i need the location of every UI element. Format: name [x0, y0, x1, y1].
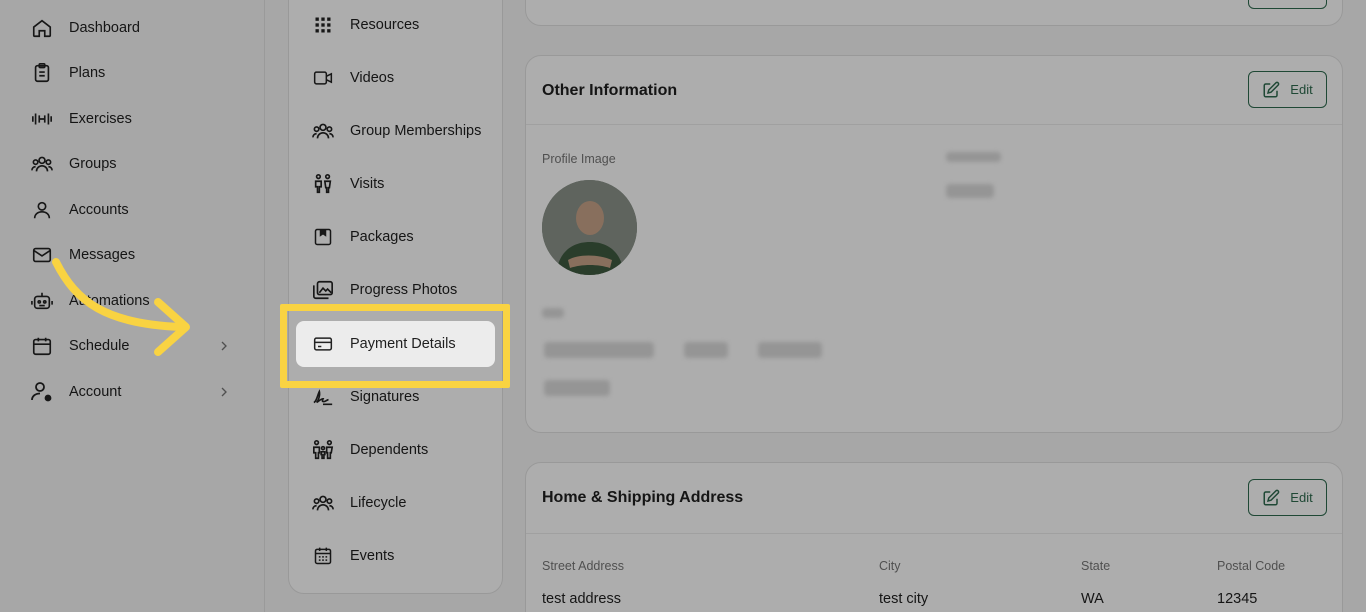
robot-icon: [30, 289, 54, 313]
people-icon: [310, 172, 336, 196]
video-icon: [310, 66, 336, 90]
submenu-item-lifecycle[interactable]: Lifecycle: [310, 487, 500, 519]
nav-item-label: Messages: [69, 247, 136, 263]
card-title: Home & Shipping Address: [542, 489, 744, 506]
photos-icon: [310, 278, 336, 302]
submenu-item-group-memberships[interactable]: Group Memberships: [310, 115, 500, 147]
nav-item-label: Schedule: [69, 338, 130, 354]
other-information-card: Other Information Edit Profile Image: [525, 55, 1343, 433]
street-address-label: Street Address: [542, 559, 624, 573]
state-label: State: [1081, 559, 1111, 573]
submenu-item-label: Signatures: [350, 389, 420, 405]
blurred-tag: [684, 342, 728, 358]
home-icon: [30, 16, 54, 40]
blurred-label: [946, 152, 1001, 162]
nav-item-schedule[interactable]: Schedule: [30, 330, 240, 362]
profile-avatar[interactable]: [542, 180, 637, 275]
edit-button[interactable]: Edit: [1248, 71, 1327, 108]
submenu-item-label: Packages: [350, 229, 414, 245]
nav-item-plans[interactable]: Plans: [30, 57, 240, 89]
postal-code-label: Postal Code: [1217, 559, 1286, 573]
submenu-item-events[interactable]: Events: [310, 540, 500, 572]
edit-label: Edit: [1290, 490, 1313, 505]
user-icon: [30, 198, 54, 222]
nav-item-label: Automations: [69, 293, 150, 309]
person-photo-icon: [542, 180, 637, 275]
submenu-item-label: Videos: [350, 70, 395, 86]
nav-item-label: Accounts: [69, 202, 129, 218]
nav-item-label: Account: [69, 384, 122, 400]
family-icon: [310, 438, 336, 462]
nav-item-label: Dashboard: [69, 20, 140, 36]
users-icon: [30, 152, 54, 176]
submenu-item-visits[interactable]: Visits: [310, 168, 500, 200]
state-value: WA: [1081, 591, 1104, 607]
submenu-item-progress-photos[interactable]: Progress Photos: [310, 274, 500, 306]
chevron-right-icon: [221, 387, 227, 397]
city-label: City: [879, 559, 901, 573]
home-shipping-address-card: Home & Shipping Address Edit Street Addr…: [525, 462, 1343, 612]
blurred-tag: [544, 342, 654, 358]
submenu-item-label: Dependents: [350, 442, 429, 458]
submenu-item-label: Payment Details: [350, 336, 456, 352]
calendar-icon: [30, 334, 54, 358]
submenu-item-label: Visits: [350, 176, 385, 192]
nav-item-accounts[interactable]: Accounts: [30, 194, 240, 226]
submenu-item-label: Lifecycle: [350, 495, 407, 511]
left-navigation: Dashboard Plans Exercises Groups Account…: [0, 0, 265, 612]
blurred-label: [542, 308, 564, 318]
users-icon: [310, 119, 336, 143]
city-value: test city: [879, 591, 929, 607]
dumbbell-icon: [30, 107, 54, 131]
grid-icon: [310, 13, 336, 37]
user-gear-icon: [30, 380, 54, 404]
previous-card: [525, 0, 1343, 26]
previous-edit-button[interactable]: [1248, 0, 1327, 9]
submenu-item-label: Events: [350, 548, 395, 564]
submenu-item-videos[interactable]: Videos: [310, 62, 500, 94]
chevron-right-icon: [221, 341, 227, 351]
signature-icon: [310, 385, 336, 409]
divider: [526, 533, 1342, 534]
nav-item-label: Exercises: [69, 111, 132, 127]
submenu-item-dependents[interactable]: Dependents: [310, 434, 500, 466]
users-icon: [310, 491, 336, 515]
edit-button[interactable]: Edit: [1248, 479, 1327, 516]
submenu-item-label: Resources: [350, 17, 420, 33]
submenu-item-packages[interactable]: Packages: [310, 221, 500, 253]
package-icon: [310, 225, 336, 249]
submenu-item-resources[interactable]: Resources: [310, 9, 500, 41]
nav-item-account[interactable]: Account: [30, 376, 240, 408]
edit-icon: [1263, 81, 1280, 97]
mail-icon: [30, 243, 54, 267]
clipboard-icon: [30, 61, 54, 85]
edit-icon: [1263, 489, 1280, 505]
nav-item-label: Groups: [69, 156, 117, 172]
nav-item-automations[interactable]: Automations: [30, 285, 240, 317]
street-address-value: test address: [542, 591, 621, 607]
nav-item-label: Plans: [69, 65, 106, 81]
postal-code-value: 12345: [1217, 591, 1258, 607]
card-title: Other Information: [542, 82, 678, 99]
submenu-item-signatures[interactable]: Signatures: [310, 381, 500, 413]
nav-item-exercises[interactable]: Exercises: [30, 103, 240, 135]
blurred-tag: [544, 380, 610, 396]
nav-item-messages[interactable]: Messages: [30, 239, 240, 271]
submenu-item-label: Group Memberships: [350, 123, 482, 139]
blurred-tag: [758, 342, 822, 358]
credit-card-icon: [310, 332, 336, 356]
edit-label: Edit: [1290, 82, 1313, 97]
submenu-item-payment-details[interactable]: Payment Details: [296, 321, 495, 367]
divider: [526, 124, 1342, 125]
blurred-value: [946, 184, 994, 198]
profile-image-label: Profile Image: [542, 152, 616, 166]
nav-item-groups[interactable]: Groups: [30, 148, 240, 180]
submenu-item-label: Progress Photos: [350, 282, 458, 298]
nav-item-dashboard[interactable]: Dashboard: [30, 12, 240, 44]
calendar-grid-icon: [310, 544, 336, 568]
